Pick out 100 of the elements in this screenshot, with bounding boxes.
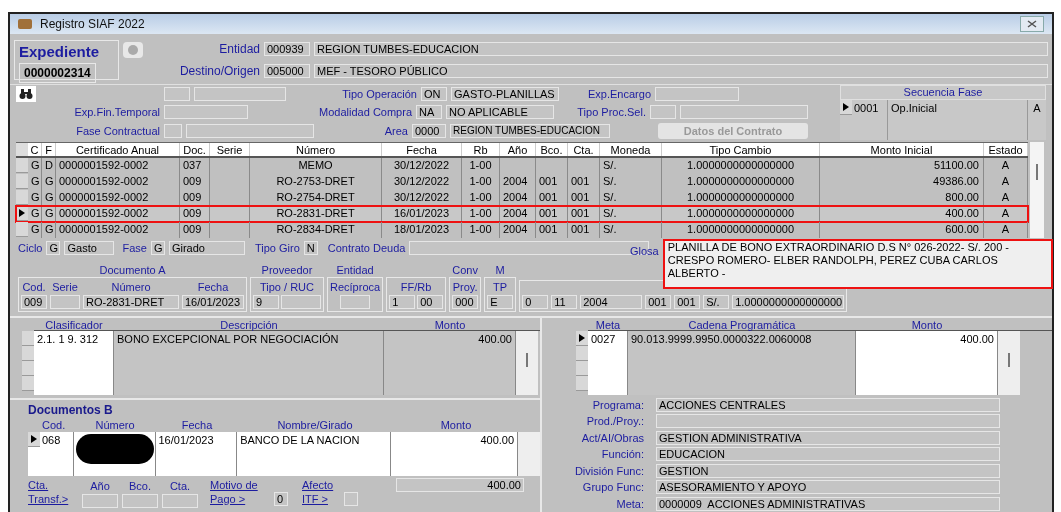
gloss-tooltip[interactable]: PLANILLA DE BONO EXTRAORDINARIO D.S N° 026-2022- S/. 200 - CRESPO ROMERO- ELBER RANDOLPH, PEREZ CUBA CARLOS ALBERTO - — [662, 238, 1053, 289]
column-header: Rb — [462, 142, 500, 156]
close-icon — [1027, 19, 1037, 28]
input-field[interactable]: REGION TUMBES-EDUCACION — [450, 123, 610, 138]
input-field[interactable] — [186, 123, 314, 138]
input-field[interactable]: 00 — [417, 295, 444, 310]
input-field[interactable]: ASESORAMIENTO Y APOYO — [656, 480, 1000, 495]
column-header: Descripción — [219, 318, 279, 330]
input-field[interactable]: NO APLICABLE — [446, 104, 554, 119]
input-field[interactable]: EDUCACION — [656, 447, 1000, 462]
table-cell-text: 90.013.9999.9950.0000322.0060008 — [630, 331, 813, 347]
table-cell: G — [42, 205, 56, 222]
column-header: Bco. — [536, 142, 568, 156]
column-header: Certificado Anual — [56, 142, 180, 156]
input-field[interactable]: G — [150, 240, 165, 255]
table-cell: 001 — [568, 205, 600, 222]
field-label: Función: — [600, 447, 644, 462]
input-field[interactable] — [50, 295, 80, 310]
input-field[interactable]: 9 — [253, 295, 279, 310]
input-field[interactable] — [194, 86, 286, 101]
input-field[interactable]: N — [303, 240, 318, 255]
column-header: C — [28, 142, 42, 156]
input-field[interactable]: GASTO-PLANILLAS — [451, 86, 559, 101]
input-field[interactable]: 0000 — [412, 123, 446, 138]
field-label: Programa: — [591, 397, 644, 413]
input-field[interactable]: MEF - TESORO PÚBLICO — [314, 63, 1048, 78]
column-header: Serie — [210, 142, 250, 156]
input-field[interactable] — [164, 123, 182, 138]
input-field[interactable]: Gasto — [64, 240, 115, 255]
table-cell: S/. — [600, 221, 662, 238]
itf-link[interactable]: Afecto ITF > — [302, 477, 342, 506]
table-row[interactable]: G G 0000001592-0002 009 RO-2834-DRET 18/01/2023 1-00 2004 001 001 S/. 1.0000000000000000 600.00 A — [16, 221, 1028, 238]
input-field[interactable]: 0 — [522, 295, 549, 310]
column-header: Monto Inicial — [820, 142, 984, 156]
input-field[interactable] — [680, 104, 808, 119]
input-field[interactable] — [650, 104, 676, 119]
column-header: Fecha — [180, 418, 214, 432]
input-field[interactable]: 001 — [674, 295, 701, 310]
table-cell: 001 — [536, 205, 568, 222]
input-field[interactable]: ON — [421, 86, 447, 101]
input-field[interactable]: ACCIONES CENTRALES — [656, 397, 1000, 412]
input-field[interactable] — [656, 414, 1000, 429]
row-pointer-icon — [16, 205, 28, 221]
table-cell-text: A — [1032, 100, 1042, 116]
table-cell: 009 — [180, 205, 210, 222]
input-field[interactable]: G — [46, 240, 61, 255]
binoculars-icon[interactable] — [16, 85, 36, 102]
table-cell: RO-2831-DRET — [250, 205, 382, 222]
table-cell: A — [984, 221, 1028, 238]
table-row[interactable]: G G 0000001592-0002 009 RO-2753-DRET 30/12/2022 1-00 2004 001 001 S/. 1.0000000000000000 49386.00 A — [16, 173, 1028, 190]
input-field[interactable]: GESTION — [656, 463, 1000, 478]
table-cell: 001 — [536, 173, 568, 190]
table-row[interactable]: 068 16/01/2023 BANCO DE LA NACION 400.00 — [28, 431, 540, 476]
input-field[interactable] — [162, 494, 198, 508]
input-field[interactable]: 005000 — [264, 63, 310, 78]
row-header — [16, 142, 28, 156]
input-field[interactable]: E — [487, 295, 514, 310]
input-field[interactable]: 0000009 ACCIONES ADMINISTRATIVAS — [656, 496, 1000, 511]
payment-reason-link[interactable]: Motivo de Pago > — [210, 477, 272, 506]
input-field[interactable]: 1 — [389, 295, 416, 310]
table-cell: G — [28, 221, 42, 238]
phase-row[interactable]: 0001 Op.Inicial A — [840, 99, 1046, 140]
column-header: Moneda — [600, 142, 662, 156]
input-field[interactable] — [164, 86, 190, 101]
input-field[interactable] — [82, 494, 118, 508]
input-field[interactable] — [655, 86, 739, 101]
transfer-link[interactable]: Cta. Transf.> — [28, 477, 80, 506]
input-field[interactable]: 2004 — [580, 295, 643, 310]
column-header: Año — [500, 142, 536, 156]
input-field[interactable]: 16/01/2023 — [182, 295, 244, 310]
field-label: Número — [111, 279, 151, 295]
row-header — [16, 189, 28, 205]
column-header: F — [42, 142, 56, 156]
input-field[interactable] — [281, 295, 321, 310]
panel-title: Secuencia Fase — [840, 84, 1046, 100]
field-label: TP — [493, 279, 508, 295]
input-field[interactable]: 11 — [551, 295, 578, 310]
table-row[interactable]: G G 0000001592-0002 009 RO-2831-DRET 16/01/2023 1-00 2004 001 001 S/. 1.0000000000000000 400.00 A — [16, 205, 1028, 222]
total-field[interactable]: 400.00 — [396, 477, 524, 492]
table-cell: 068 — [39, 431, 74, 476]
input-field[interactable]: Girado — [168, 240, 245, 255]
input-field[interactable]: 000 — [452, 295, 479, 310]
input-field[interactable] — [164, 104, 248, 119]
input-field[interactable]: REGION TUMBES-EDUCACION — [314, 41, 1048, 56]
input-field[interactable] — [340, 295, 371, 310]
input-field[interactable]: GESTION ADMINISTRATIVA — [656, 430, 1000, 445]
close-button[interactable] — [1020, 15, 1044, 32]
input-field[interactable] — [344, 491, 358, 506]
table-cell: 1.0000000000000000 — [662, 221, 820, 238]
input-field[interactable]: S/. — [703, 295, 730, 310]
field-label: Destino/Origen — [178, 62, 260, 80]
table-row[interactable]: G D 0000001592-0002 037 MEMO 30/12/2022 1-00 S/. 1.0000000000000000 51100.00 A — [16, 157, 1028, 174]
input-field[interactable]: RO-2831-DRET — [83, 295, 179, 310]
input-field[interactable] — [122, 494, 158, 508]
input-field[interactable]: 001 — [645, 295, 672, 310]
input-field[interactable]: 000939 — [264, 41, 310, 56]
input-field[interactable]: NA — [416, 104, 442, 119]
input-field[interactable]: 009 — [21, 295, 47, 310]
input-field[interactable]: 1.0000000000000000 — [732, 295, 845, 310]
input-field[interactable]: 0 — [274, 491, 288, 506]
